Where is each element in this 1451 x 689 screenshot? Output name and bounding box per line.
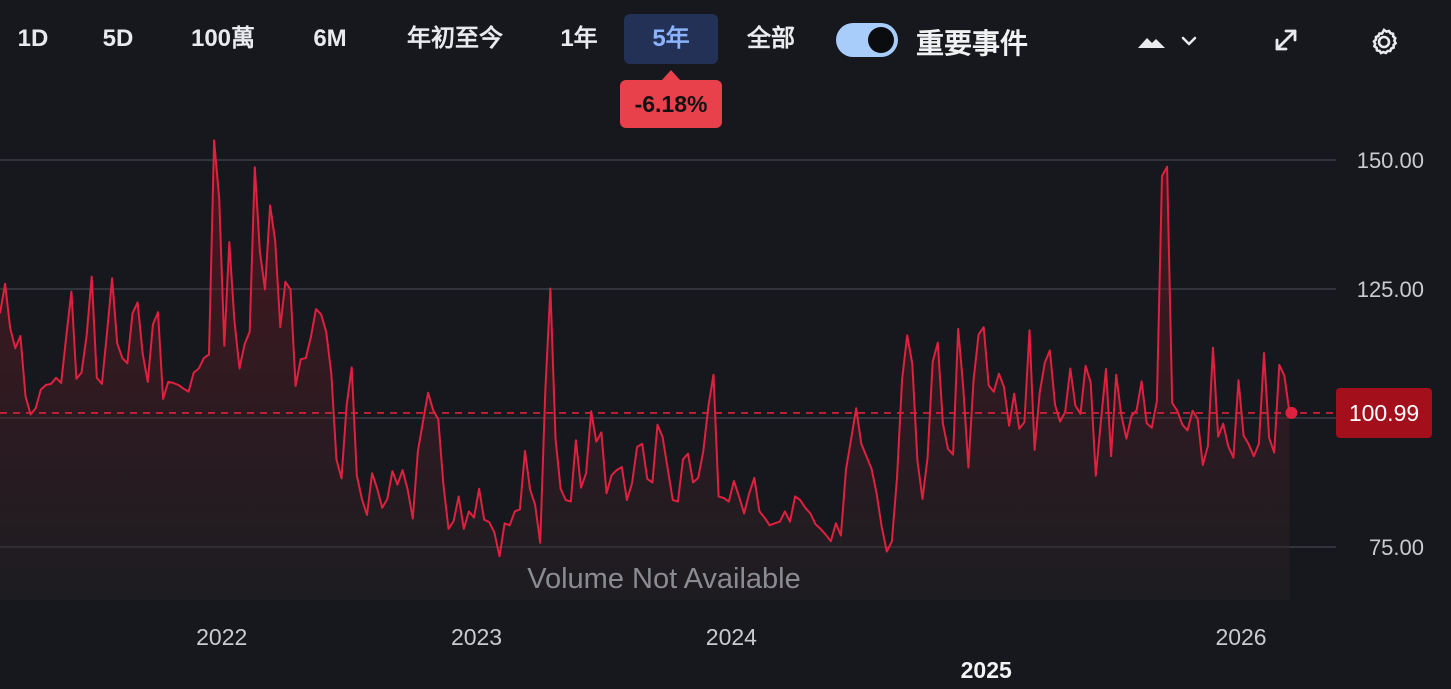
price-area [0, 140, 1290, 600]
change-badge: -6.18% [620, 80, 722, 128]
last-price-tag: 100.99 [1336, 388, 1432, 438]
x-tick-label: 2025 [961, 657, 1012, 683]
change-badge-pointer [662, 70, 680, 80]
y-tick-label: 125.00 [1357, 277, 1424, 302]
volume-not-available-label: Volume Not Available [527, 563, 801, 595]
y-tick-label: 150.00 [1357, 148, 1424, 173]
y-tick-label: 75.00 [1369, 535, 1424, 560]
price-chart[interactable]: 75.00 125.00 150.00 2022 2023 2024 2025 2026 V… [0, 0, 1451, 689]
x-tick-label: 2023 [451, 624, 502, 650]
last-price-dot [1285, 406, 1298, 419]
x-tick-label: 2024 [706, 624, 757, 650]
x-tick-label: 2026 [1215, 624, 1266, 650]
x-tick-label: 2022 [196, 624, 247, 650]
